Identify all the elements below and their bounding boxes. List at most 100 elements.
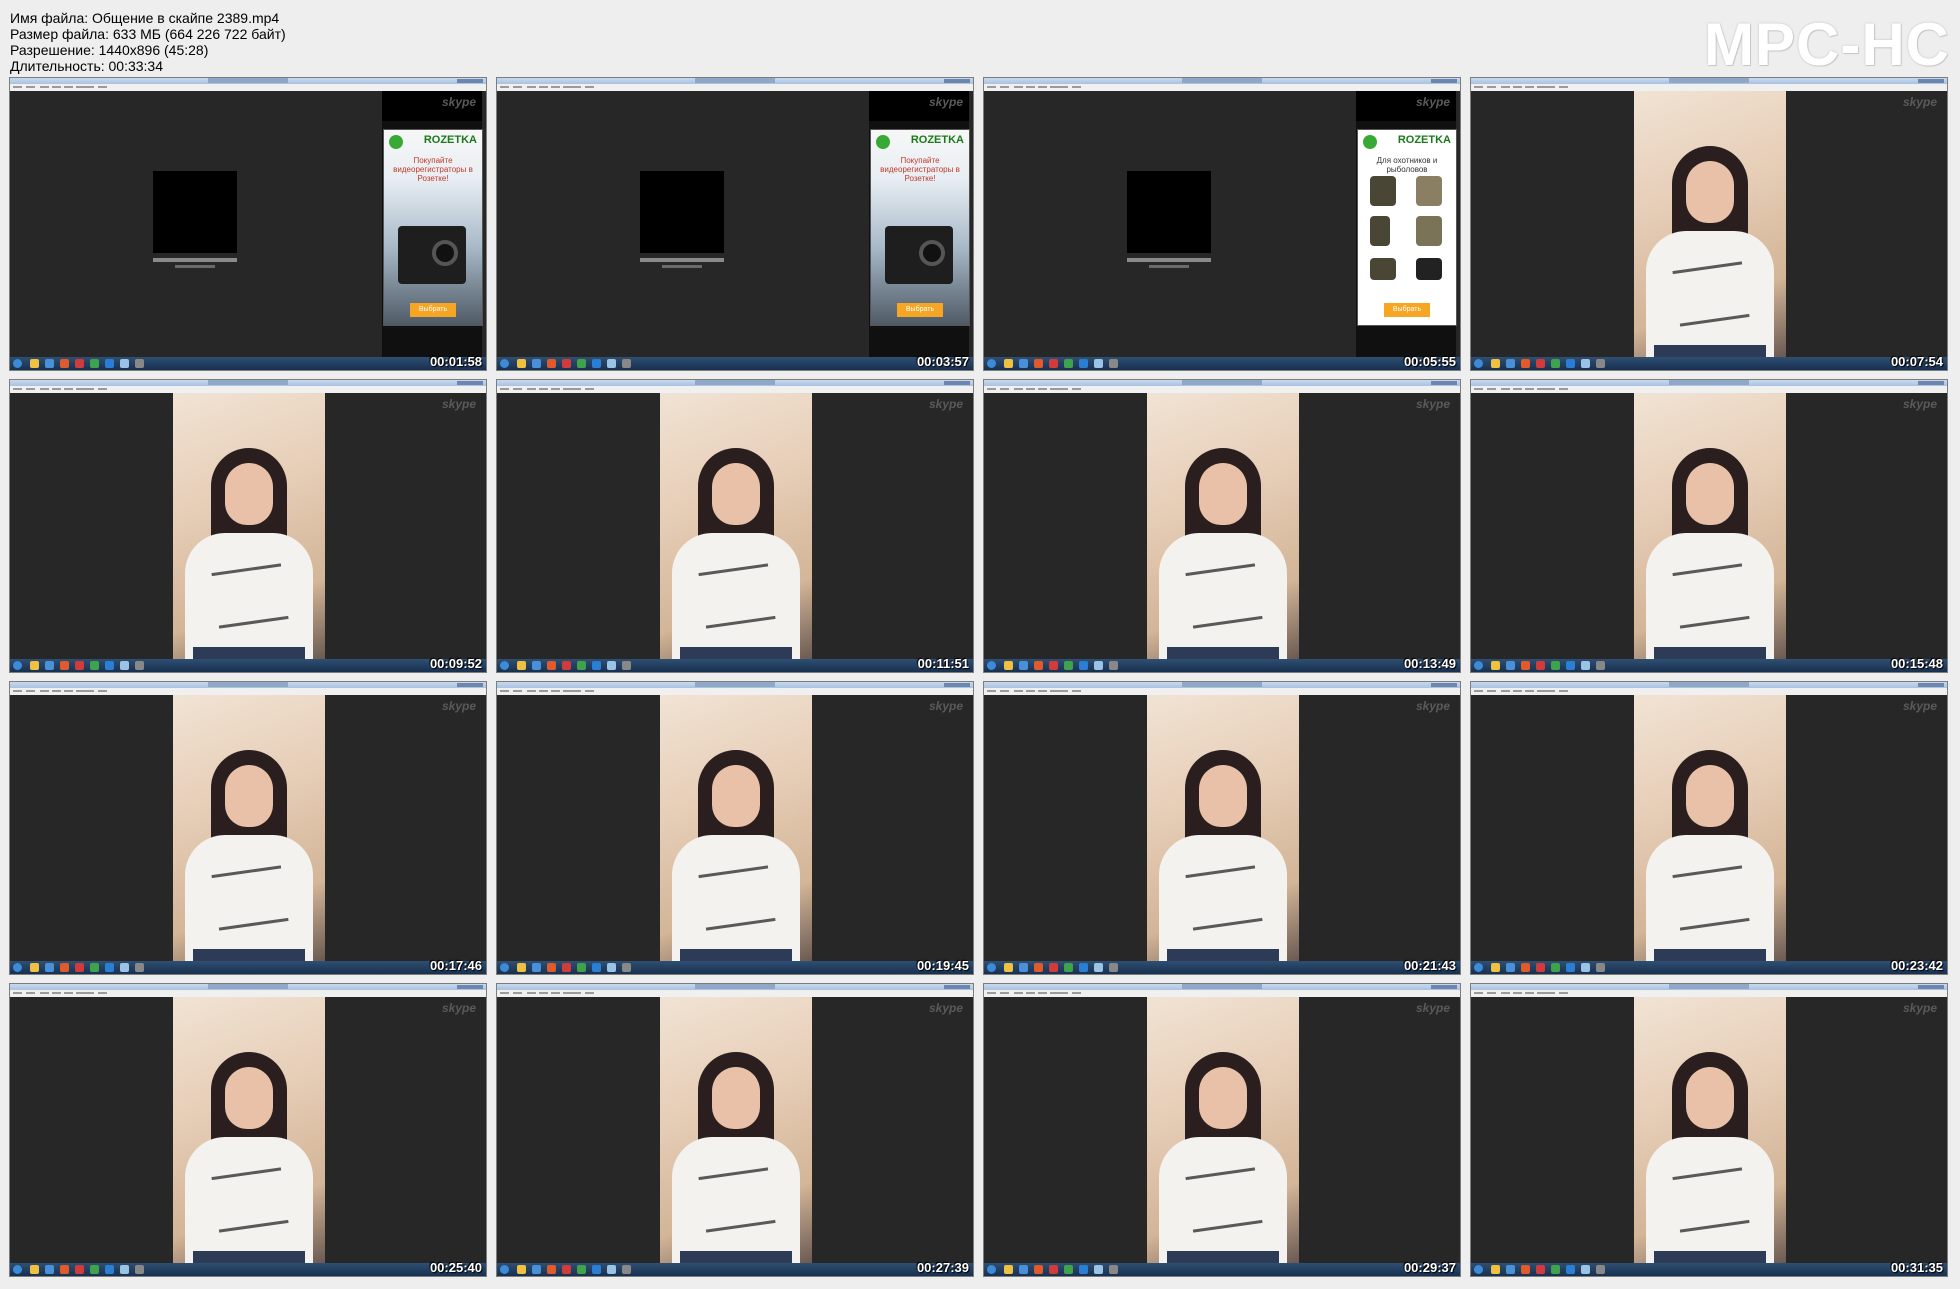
ad-banner[interactable]: ROZETKA Покупайте видеорегистраторы в Роз… [869,91,970,357]
thumbnail[interactable]: skype 00:17:46 [9,681,487,975]
contact-status [662,265,702,268]
start-button-icon [500,1265,509,1274]
timestamp: 00:09:52 [429,656,482,671]
ad-text: Покупайте видеорегистраторы в Розетке! [880,156,960,183]
skype-watermark: skype [1415,95,1450,109]
timestamp: 00:17:46 [429,958,482,973]
video-frame [660,393,812,659]
thumbnail[interactable]: skype 00:23:42 [1470,681,1948,975]
timestamp: 00:23:42 [1890,958,1943,973]
thumbnail[interactable]: skype 00:13:49 [983,379,1461,673]
windows-taskbar [1471,357,1947,370]
thumbnail[interactable]: ROZETKA Покупайте видеорегистраторы в Роз… [9,77,487,371]
thumbnail[interactable]: skype 00:09:52 [9,379,487,673]
timestamp: 00:31:35 [1890,1260,1943,1275]
thumbnail[interactable]: skype 00:29:37 [983,983,1461,1277]
start-button-icon [13,1265,22,1274]
ad-card[interactable]: ROZETKA Для охотников и рыболовов Выбрать [1357,129,1457,326]
skype-screen: skype [984,393,1460,659]
file-name: Имя файла: Общение в скайпе 2389.mp4 [10,10,280,26]
ad-banner[interactable]: ROZETKA Покупайте видеорегистраторы в Роз… [382,91,483,357]
start-button-icon [1474,359,1483,368]
skype-screen: skype [497,997,973,1263]
skype-watermark: skype [928,1001,963,1015]
window-menubar [10,386,486,393]
thumbnail[interactable]: ROZETKA Для охотников и рыболовов Выбрать s… [983,77,1461,371]
video-frame [173,997,325,1263]
skype-screen: skype [1471,91,1947,357]
skype-screen: skype [10,695,486,961]
thumbnail[interactable]: skype 00:07:54 [1470,77,1948,371]
windows-taskbar [10,1263,486,1276]
skype-watermark: skype [1415,397,1450,411]
thumbnail[interactable]: skype 00:11:51 [496,379,974,673]
skype-watermark: skype [1902,699,1937,713]
ad-select-button[interactable]: Выбрать [897,303,943,317]
start-button-icon [13,963,22,972]
start-button-icon [987,661,996,670]
start-button-icon [987,359,996,368]
timestamp: 00:05:55 [1403,354,1456,369]
video-frame [660,997,812,1263]
ad-banner[interactable]: ROZETKA Для охотников и рыболовов Выбрать [1356,91,1457,357]
windows-taskbar [984,357,1460,370]
video-frame [1147,997,1299,1263]
ad-select-button[interactable]: Выбрать [1384,303,1430,317]
file-size: Размер файла: 633 МБ (664 226 722 байт) [10,26,286,42]
video-frame [1147,695,1299,961]
window-menubar [497,990,973,997]
thumbnail[interactable]: skype 00:31:35 [1470,983,1948,1277]
thumbnail[interactable]: skype 00:25:40 [9,983,487,1277]
skype-screen: skype [10,393,486,659]
skype-screen: skype [984,695,1460,961]
skype-watermark: skype [1415,699,1450,713]
skype-watermark: skype [441,699,476,713]
contact-name [640,258,724,262]
windows-taskbar [497,1263,973,1276]
skype-watermark: skype [928,95,963,109]
windows-taskbar [984,659,1460,672]
thumbnail[interactable]: skype 00:27:39 [496,983,974,1277]
start-button-icon [500,661,509,670]
ad-select-button[interactable]: Выбрать [410,303,456,317]
thumbnail[interactable]: skype 00:21:43 [983,681,1461,975]
windows-taskbar [1471,659,1947,672]
contact-name [153,258,237,262]
window-menubar [1471,688,1947,695]
contact-name [1127,258,1211,262]
thumbnail[interactable]: skype 00:19:45 [496,681,974,975]
windows-taskbar [497,961,973,974]
thumbnail-grid: ROZETKA Покупайте видеорегистраторы в Роз… [9,77,1952,1282]
windows-taskbar [984,1263,1460,1276]
window-menubar [1471,386,1947,393]
window-menubar [10,688,486,695]
thumbnail[interactable]: ROZETKA Покупайте видеорегистраторы в Роз… [496,77,974,371]
skype-watermark: skype [441,397,476,411]
ad-text: Покупайте видеорегистраторы в Розетке! [393,156,473,183]
skype-watermark: skype [441,95,476,109]
skype-watermark: skype [928,397,963,411]
start-button-icon [1474,963,1483,972]
timestamp: 00:13:49 [1403,656,1456,671]
skype-screen: ROZETKA Покупайте видеорегистраторы в Роз… [10,91,486,357]
start-button-icon [13,661,22,670]
ad-card[interactable]: ROZETKA Покупайте видеорегистраторы в Роз… [870,129,970,326]
start-button-icon [500,359,509,368]
ad-card[interactable]: ROZETKA Покупайте видеорегистраторы в Роз… [383,129,483,326]
thumbnail[interactable]: skype 00:15:48 [1470,379,1948,673]
video-frame [1634,91,1786,357]
camera-image [885,226,953,284]
camera-image [398,226,466,284]
windows-taskbar [1471,961,1947,974]
skype-watermark: skype [1415,1001,1450,1015]
ad-brand: ROZETKA [874,134,966,150]
windows-taskbar [10,659,486,672]
skype-watermark: skype [1902,397,1937,411]
windows-taskbar [497,659,973,672]
timestamp: 00:15:48 [1890,656,1943,671]
skype-screen: skype [984,997,1460,1263]
skype-screen: skype [1471,997,1947,1263]
avatar [640,171,724,253]
video-frame [1634,393,1786,659]
start-button-icon [987,963,996,972]
